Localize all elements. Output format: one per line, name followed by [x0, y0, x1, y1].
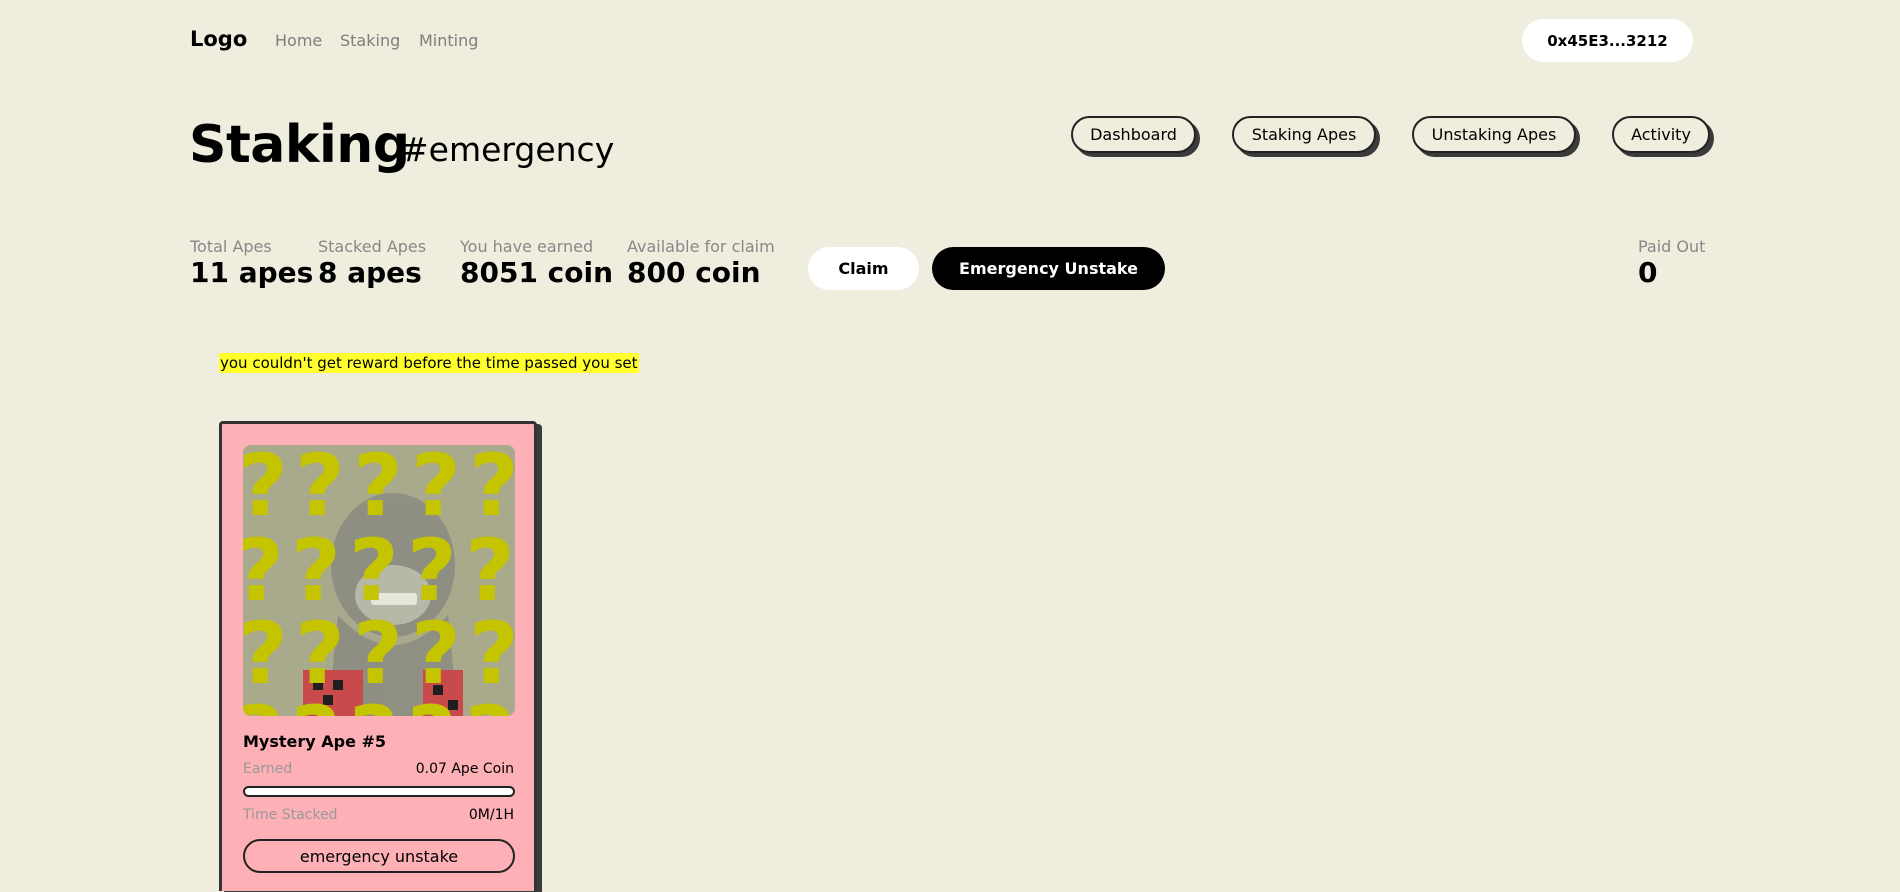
ape-card: ???????????????????? Mystery Ape #5 Earn…	[219, 421, 537, 891]
nav-minting[interactable]: Minting	[419, 31, 478, 50]
card-emergency-unstake-button[interactable]: emergency unstake	[243, 839, 515, 873]
question-mark-icon: ?	[465, 688, 515, 716]
tab-staking-apes[interactable]: Staking Apes	[1232, 116, 1376, 153]
nav-staking[interactable]: Staking	[340, 31, 400, 50]
earned-value: 0.07 Ape Coin	[415, 761, 514, 777]
stat-available-value: 800 coin	[627, 256, 761, 289]
stat-earned-label: You have earned	[460, 237, 594, 256]
tab-unstaking-apes[interactable]: Unstaking Apes	[1412, 116, 1576, 153]
wallet-address-button[interactable]: 0x45E3...3212	[1522, 19, 1693, 62]
stat-total-apes-label: Total Apes	[190, 237, 272, 256]
card-title: Mystery Ape #5	[243, 732, 387, 751]
tab-activity[interactable]: Activity	[1612, 116, 1710, 153]
claim-button[interactable]: Claim	[808, 247, 919, 290]
question-mark-icon: ?	[243, 688, 284, 716]
question-mark-icon: ?	[407, 688, 457, 716]
stake-progress-bar	[243, 786, 515, 797]
stat-stacked-apes-value: 8 apes	[318, 256, 422, 289]
mystery-ape-image: ????????????????????	[243, 445, 515, 716]
tab-dashboard[interactable]: Dashboard	[1071, 116, 1196, 153]
question-mark-icon: ?	[349, 688, 399, 716]
logo[interactable]: Logo	[190, 27, 247, 51]
earned-label: Earned	[243, 761, 293, 777]
emergency-unstake-button[interactable]: Emergency Unstake	[932, 247, 1165, 290]
nav-home[interactable]: Home	[275, 31, 322, 50]
stat-available-label: Available for claim	[627, 237, 775, 256]
question-mark-icon: ?	[291, 688, 341, 716]
page-title: Staking	[189, 115, 410, 175]
page-subtitle-tag: #emergency	[401, 130, 615, 169]
stat-paid-out-value: 0	[1638, 256, 1658, 289]
stat-paid-out-label: Paid Out	[1638, 237, 1706, 256]
stat-total-apes-value: 11 apes	[190, 256, 314, 289]
time-stacked-label: Time Stacked	[243, 807, 338, 823]
stat-earned-value: 8051 coin	[460, 256, 614, 289]
time-stacked-value: 0M/1H	[468, 807, 514, 823]
stat-stacked-apes-label: Stacked Apes	[318, 237, 427, 256]
emergency-notice: you couldn't get reward before the time …	[219, 353, 639, 373]
